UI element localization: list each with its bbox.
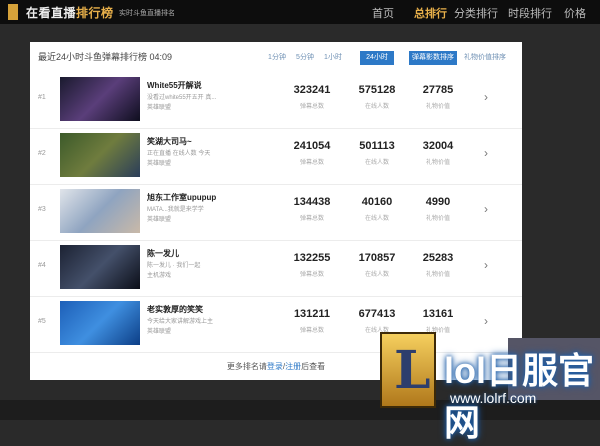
stream-title[interactable]: 旭东工作室upupup [147, 192, 216, 203]
stream-category: 英雄联盟 [147, 161, 172, 167]
ranking-headline: 最近24小时斗鱼弹幕排行榜 04:09 [38, 52, 173, 62]
chevron-right-icon[interactable]: › [484, 258, 488, 272]
chevron-right-icon[interactable]: › [484, 202, 488, 216]
danmu-count: 131211 [293, 308, 331, 320]
danmu-label: 弹幕总数 [299, 328, 324, 334]
stream-title[interactable]: 陈一发儿 [147, 248, 179, 259]
top-navbar: 在看直播排行榜 实时斗鱼直播排名 首页 总排行 分类排行 时段排行 价格 [0, 0, 600, 24]
danmu-label: 弹幕总数 [299, 272, 324, 278]
danmu-count: 241054 [293, 140, 331, 152]
gift-label: 礼物价值 [425, 272, 450, 278]
stream-category: 英雄联盟 [147, 329, 172, 335]
tab-1min[interactable]: 1分钟 [266, 51, 288, 65]
table-row[interactable]: #3 旭东工作室upupup MATA...我就是来学学 英雄联盟 134438… [30, 184, 522, 241]
bookmark-logo-icon [8, 4, 18, 20]
ranking-panel: 最近24小时斗鱼弹幕排行榜 04:09 1分钟 5分钟 1小时 24小时 弹幕影… [30, 42, 522, 380]
nav-home[interactable]: 首页 [372, 5, 394, 21]
stream-desc: 今天给大家讲解游戏上主 [147, 319, 214, 325]
gift-label: 礼物价值 [425, 104, 450, 110]
stream-thumbnail[interactable] [60, 301, 140, 345]
gift-value: 4990 [425, 196, 451, 208]
online-count: 170857 [358, 252, 396, 264]
tab-24hour[interactable]: 24小时 [360, 51, 394, 65]
stream-title[interactable]: White55开解说 [147, 80, 202, 91]
row-rank: #2 [38, 150, 46, 157]
stream-title[interactable]: 笑湖大司马~ [147, 136, 192, 147]
sort-by-danmu-button[interactable]: 弹幕影数排序 [409, 51, 457, 65]
online-label: 在线人数 [364, 272, 389, 278]
stream-thumbnail[interactable] [60, 189, 140, 233]
stream-desc: 正在直播 在线人数 今天 [147, 151, 211, 157]
danmu-count: 134438 [293, 196, 331, 208]
more-prefix: 更多排名请 [226, 362, 267, 371]
stream-category: 英雄联盟 [147, 105, 172, 111]
online-count: 40160 [361, 196, 393, 208]
site-subtitle: 实时斗鱼直播排名 [119, 10, 175, 17]
site-title-highlight: 排行榜 [76, 6, 114, 20]
site-title[interactable]: 在看直播排行榜 [26, 4, 114, 21]
danmu-label: 弹幕总数 [299, 216, 324, 222]
nav-category-ranking[interactable]: 分类排行 [454, 5, 498, 21]
site-watermark: L lol日服官网 www.lolrf.com [380, 332, 600, 443]
stream-category: 主机游戏 [147, 273, 172, 279]
online-label: 在线人数 [364, 216, 389, 222]
lol-logo-icon: L [380, 332, 436, 408]
danmu-count: 323241 [293, 84, 331, 96]
row-rank: #3 [38, 206, 46, 213]
nav-period-ranking[interactable]: 时段排行 [508, 5, 552, 21]
chevron-right-icon[interactable]: › [484, 314, 488, 328]
stream-title[interactable]: 老实敦厚的笑笑 [147, 304, 203, 315]
row-rank: #5 [38, 318, 46, 325]
danmu-label: 弹幕总数 [299, 160, 324, 166]
nav-total-ranking[interactable]: 总排行 [414, 5, 447, 21]
gift-value: 25283 [422, 252, 454, 264]
stream-desc: MATA...我就是来学学 [147, 207, 204, 213]
table-row[interactable]: #4 陈一发儿 陈一发儿 · 我们一起 主机游戏 132255 弹幕总数 170… [30, 240, 522, 297]
tab-5min[interactable]: 5分钟 [294, 51, 316, 65]
sort-by-gift-link[interactable]: 礼物价值排序 [464, 51, 506, 65]
gift-value: 32004 [422, 140, 454, 152]
tab-1hour[interactable]: 1小时 [322, 51, 344, 65]
more-suffix: 后查看 [301, 362, 326, 371]
online-label: 在线人数 [364, 160, 389, 166]
nav-price[interactable]: 价格 [564, 5, 586, 21]
gift-value: 27785 [422, 84, 454, 96]
table-row[interactable]: #2 笑湖大司马~ 正在直播 在线人数 今天 英雄联盟 241054 弹幕总数 … [30, 128, 522, 185]
gift-label: 礼物价值 [425, 160, 450, 166]
login-link[interactable]: 登录 [267, 362, 283, 371]
stream-thumbnail[interactable] [60, 77, 140, 121]
stream-desc: 没看过white55开五开 真... [147, 95, 217, 101]
table-row[interactable]: #1 White55开解说 没看过white55开五开 真... 英雄联盟 32… [30, 72, 522, 129]
stream-category: 英雄联盟 [147, 217, 172, 223]
stream-thumbnail[interactable] [60, 133, 140, 177]
chevron-right-icon[interactable]: › [484, 90, 488, 104]
stream-thumbnail[interactable] [60, 245, 140, 289]
danmu-count: 132255 [293, 252, 331, 264]
logo-letter: L [394, 340, 431, 401]
online-count: 501113 [359, 140, 395, 152]
online-label: 在线人数 [364, 104, 389, 110]
chevron-right-icon[interactable]: › [484, 146, 488, 160]
online-count: 677413 [358, 308, 396, 320]
row-rank: #4 [38, 262, 46, 269]
gift-value: 13161 [422, 308, 454, 320]
site-title-prefix: 在看直播 [26, 6, 77, 20]
stream-desc: 陈一发儿 · 我们一起 [147, 263, 201, 269]
register-link[interactable]: 注册 [285, 362, 301, 371]
danmu-label: 弹幕总数 [299, 104, 324, 110]
online-count: 575128 [358, 84, 396, 96]
watermark-url: www.lolrf.com [450, 390, 537, 406]
gift-label: 礼物价值 [425, 216, 450, 222]
row-rank: #1 [38, 94, 46, 101]
